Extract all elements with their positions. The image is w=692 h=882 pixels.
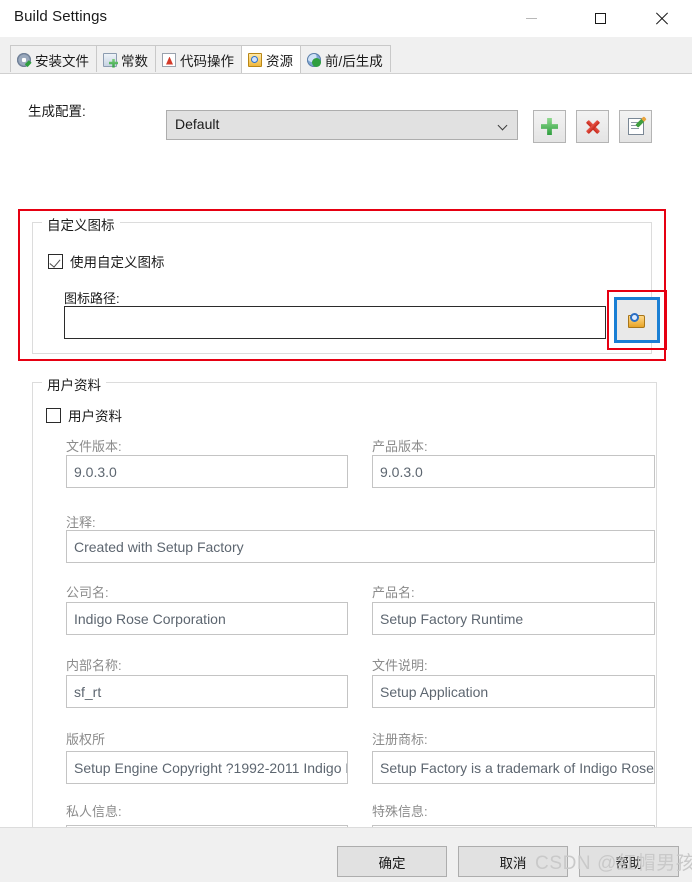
internal-name-value: sf_rt (74, 683, 102, 700)
special-info-label: 特殊信息: (372, 804, 428, 819)
file-description-label: 文件说明: (372, 658, 428, 673)
build-config-row: 生成配置: Default (0, 90, 692, 143)
gear-pencil-icon (17, 52, 31, 67)
resource-search-icon (248, 52, 262, 67)
file-description-input[interactable]: Setup Application (372, 675, 655, 708)
icon-path-input[interactable] (64, 306, 606, 339)
company-name-value: Indigo Rose Corporation (74, 610, 226, 627)
use-custom-icon-checkbox[interactable] (48, 253, 63, 269)
icon-path-label: 图标路径: (64, 291, 120, 306)
tab-label: 前/后生成 (325, 53, 383, 69)
tab-label: 代码操作 (180, 53, 234, 69)
file-description-value: Setup Application (380, 683, 489, 700)
user-info-label: 用户资料 (68, 409, 122, 424)
add-config-button[interactable] (533, 110, 566, 143)
constant-add-icon (103, 52, 117, 67)
product-version-input[interactable]: 9.0.3.0 (372, 455, 655, 488)
edit-pencil-icon (627, 118, 644, 135)
use-custom-icon-checkbox-row[interactable]: 使用自定义图标 (48, 251, 165, 271)
build-settings-dialog: Build Settings 安装文件 常数 代码操作 资源 前/后生成 生成配… (0, 0, 692, 882)
close-button[interactable] (638, 0, 684, 37)
close-icon (655, 12, 668, 25)
user-info-checkbox-row[interactable]: 用户资料 (46, 405, 122, 425)
build-config-select[interactable]: Default (166, 110, 518, 140)
use-custom-icon-label: 使用自定义图标 (70, 255, 165, 270)
custom-icon-legend: 自定义图标 (42, 214, 120, 234)
delete-config-button[interactable] (576, 110, 609, 143)
tab-list: 安装文件 常数 代码操作 资源 前/后生成 (10, 45, 391, 73)
trademark-label: 注册商标: (372, 732, 428, 747)
dialog-footer: 确定 取消 帮助 (0, 828, 692, 882)
trademark-value: Setup Factory is a trademark of Indigo R… (380, 759, 654, 776)
trademark-input[interactable]: Setup Factory is a trademark of Indigo R… (372, 751, 655, 784)
delete-x-icon (584, 118, 601, 135)
tab-content-resources: 生成配置: Default 自定义图标 使用自定义图标 图标路径: 用户资料 用… (0, 74, 692, 880)
copyright-label: 版权所 (66, 732, 106, 747)
user-info-checkbox[interactable] (46, 407, 61, 423)
help-button[interactable]: 帮助 (579, 846, 679, 877)
build-config-label: 生成配置: (28, 104, 86, 119)
product-version-value: 9.0.3.0 (380, 463, 423, 480)
comment-input[interactable]: Created with Setup Factory (66, 530, 655, 563)
maximize-button[interactable] (577, 0, 623, 37)
product-name-value: Setup Factory Runtime (380, 610, 524, 627)
tab-constants[interactable]: 常数 (96, 45, 156, 72)
product-name-label: 产品名: (372, 585, 415, 600)
minimize-icon (525, 18, 537, 19)
product-version-label: 产品版本: (372, 439, 428, 454)
tab-strip: 安装文件 常数 代码操作 资源 前/后生成 (0, 37, 692, 74)
title-bar: Build Settings (0, 0, 692, 37)
internal-name-label: 内部名称: (66, 658, 122, 673)
tab-label: 安装文件 (35, 53, 89, 69)
private-info-label: 私人信息: (66, 804, 122, 819)
file-version-label: 文件版本: (66, 439, 122, 454)
tab-resources[interactable]: 资源 (241, 45, 301, 73)
product-name-input[interactable]: Setup Factory Runtime (372, 602, 655, 635)
copyright-value: Setup Engine Copyright ?1992-2011 Indigo… (74, 759, 347, 776)
plus-icon (541, 118, 558, 135)
build-config-value: Default (175, 116, 220, 132)
company-name-input[interactable]: Indigo Rose Corporation (66, 602, 348, 635)
window-title: Build Settings (14, 8, 108, 25)
pre-post-build-icon (307, 52, 321, 67)
comment-label: 注释: (66, 515, 96, 530)
tab-label: 资源 (266, 53, 293, 69)
company-name-label: 公司名: (66, 585, 109, 600)
file-version-value: 9.0.3.0 (74, 463, 117, 480)
cancel-button[interactable]: 取消 (458, 846, 568, 877)
minimize-button[interactable] (508, 0, 554, 37)
file-version-input[interactable]: 9.0.3.0 (66, 455, 348, 488)
copyright-input[interactable]: Setup Engine Copyright ?1992-2011 Indigo… (66, 751, 348, 784)
internal-name-input[interactable]: sf_rt (66, 675, 348, 708)
maximize-icon (594, 13, 606, 24)
tab-pre-post-build[interactable]: 前/后生成 (300, 45, 391, 72)
user-info-legend: 用户资料 (42, 374, 106, 394)
code-action-icon (162, 52, 176, 67)
edit-config-button[interactable] (619, 110, 652, 143)
chevron-down-icon (499, 122, 507, 130)
browse-icon-button[interactable] (614, 297, 660, 343)
tab-code-actions[interactable]: 代码操作 (155, 45, 242, 72)
comment-value: Created with Setup Factory (74, 538, 244, 555)
ok-button[interactable]: 确定 (337, 846, 447, 877)
tab-label: 常数 (121, 53, 148, 69)
tab-install-files[interactable]: 安装文件 (10, 45, 97, 72)
open-folder-icon (627, 312, 647, 329)
